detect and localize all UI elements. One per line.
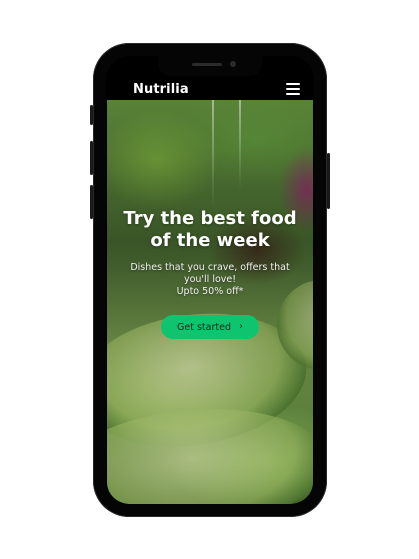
phone-frame: Nutrilia Try the best food of the week D… <box>90 43 330 517</box>
get-started-button[interactable]: Get started › <box>161 315 259 339</box>
notch <box>158 56 262 76</box>
hero-section: Try the best food of the week Dishes tha… <box>107 100 313 504</box>
hamburger-menu-icon[interactable] <box>286 83 300 96</box>
volume-up-button <box>90 141 93 175</box>
power-button <box>327 153 330 209</box>
hero-subtitle: Dishes that you crave, offers that you'l… <box>122 262 298 298</box>
brand-logo[interactable]: Nutrilia <box>133 82 189 98</box>
speaker <box>192 63 222 66</box>
menu-bar <box>286 83 300 85</box>
hero-content: Try the best food of the week Dishes tha… <box>107 208 313 339</box>
get-started-label: Get started <box>177 321 231 333</box>
hero-offer-text: Upto 50% off* <box>176 286 244 297</box>
phone-screen: Nutrilia Try the best food of the week D… <box>106 56 314 504</box>
hero-subtitle-line: Dishes that you crave, offers that you'l… <box>130 262 290 285</box>
volume-down-button <box>90 185 93 219</box>
chevron-right-icon: › <box>238 321 243 332</box>
mute-switch <box>90 105 93 125</box>
page: Nutrilia Try the best food of the week D… <box>0 0 419 559</box>
menu-bar <box>286 93 300 95</box>
hero-title: Try the best food of the week <box>123 208 297 251</box>
front-camera <box>230 61 236 67</box>
menu-bar <box>286 88 300 90</box>
